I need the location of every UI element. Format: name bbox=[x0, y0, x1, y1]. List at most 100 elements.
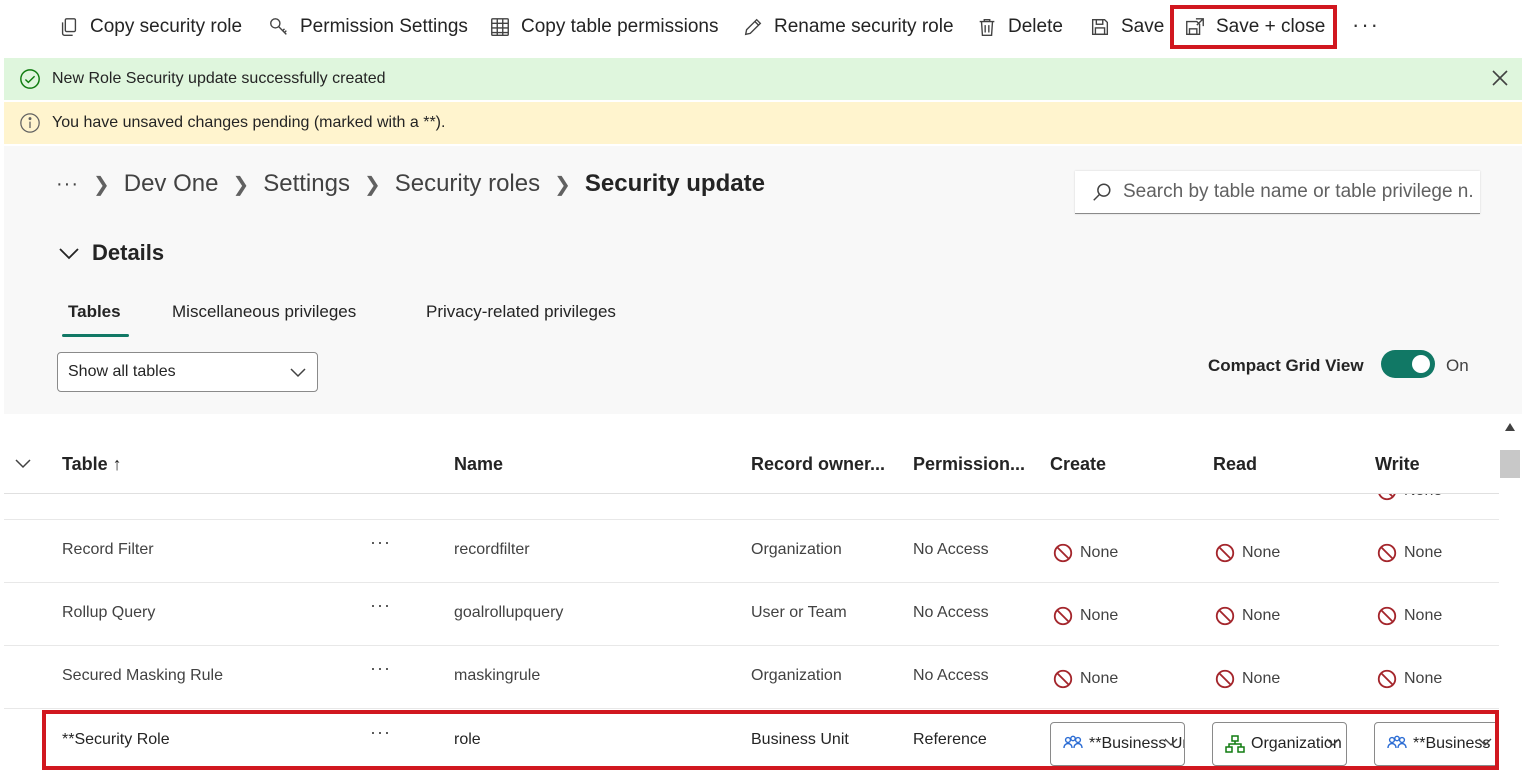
permission-level: None bbox=[1242, 544, 1281, 561]
none-icon bbox=[1053, 543, 1073, 563]
pencil-icon bbox=[744, 18, 762, 36]
command-bar: Copy security role Permission Settings C… bbox=[0, 0, 1522, 54]
none-icon bbox=[1053, 606, 1073, 626]
save-label: Save bbox=[1121, 16, 1165, 37]
delete-button[interactable]: Delete bbox=[976, 5, 1063, 49]
chevron-down-icon bbox=[290, 368, 306, 378]
none-icon bbox=[1053, 669, 1073, 689]
vertical-scrollbar[interactable] bbox=[1499, 414, 1522, 775]
column-header-record-owner[interactable]: Record owner... bbox=[751, 454, 885, 475]
close-icon[interactable] bbox=[1490, 68, 1510, 88]
permission-settings-button[interactable]: Permission Settings bbox=[268, 5, 468, 49]
chevron-right-icon: ❯ bbox=[554, 173, 571, 196]
tab-privacy-related-privileges[interactable]: Privacy-related privileges bbox=[426, 302, 616, 322]
permission-setting: Reference bbox=[913, 731, 987, 748]
table-display-name: Rollup Query bbox=[62, 604, 156, 621]
breadcrumb-dev-one[interactable]: Dev One bbox=[124, 170, 219, 198]
create-permission[interactable]: None bbox=[1052, 542, 1118, 564]
write-permission[interactable]: None bbox=[1376, 668, 1442, 690]
column-header-write[interactable]: Write bbox=[1375, 454, 1420, 475]
chevron-right-icon: ❯ bbox=[92, 173, 110, 196]
column-header-permission[interactable]: Permission... bbox=[913, 454, 1025, 475]
save-button[interactable]: Save bbox=[1089, 5, 1164, 49]
tab-miscellaneous-privileges[interactable]: Miscellaneous privileges bbox=[172, 302, 356, 322]
write-permission-dropdown[interactable]: **Business Unit bbox=[1374, 722, 1499, 766]
record-owner: Organization bbox=[751, 541, 842, 558]
chevron-right-icon: ❯ bbox=[363, 173, 381, 196]
column-header-name[interactable]: Name bbox=[454, 454, 503, 475]
read-permission[interactable]: None bbox=[1214, 542, 1280, 564]
read-permission[interactable]: None bbox=[1214, 668, 1280, 690]
tab-tables[interactable]: Tables bbox=[62, 302, 129, 337]
search-input[interactable] bbox=[1123, 181, 1475, 203]
table-filter-dropdown[interactable]: Show all tables bbox=[57, 352, 318, 392]
breadcrumb-security-roles[interactable]: Security roles bbox=[395, 170, 540, 198]
column-header-table[interactable]: Table ↑ bbox=[62, 454, 122, 475]
main-content: ··· ❯ Dev One ❯ Settings ❯ Security role… bbox=[4, 146, 1522, 414]
create-permission[interactable]: None bbox=[1052, 605, 1118, 627]
table-logical-name: goalrollupquery bbox=[454, 604, 564, 621]
table-row-selected[interactable]: **Security Role ··· role Business Unit R… bbox=[4, 710, 1499, 775]
save-close-label: Save + close bbox=[1216, 16, 1326, 37]
permission-level: None bbox=[1242, 607, 1281, 624]
breadcrumb-more[interactable]: ··· bbox=[56, 173, 79, 196]
permission-level: None bbox=[1404, 544, 1443, 561]
record-owner: Business Unit bbox=[751, 731, 849, 748]
chevron-down-icon bbox=[1326, 738, 1340, 746]
column-header-create[interactable]: Create bbox=[1050, 454, 1106, 475]
save-close-button[interactable]: Save + close bbox=[1170, 5, 1338, 49]
check-circle-icon bbox=[20, 69, 40, 89]
write-permission[interactable]: None bbox=[1376, 605, 1442, 627]
copy-table-permissions-label: Copy table permissions bbox=[521, 16, 719, 37]
none-icon bbox=[1377, 543, 1397, 563]
table-row[interactable]: Rollup Query ··· goalrollupquery User or… bbox=[4, 583, 1499, 646]
copy-security-role-label: Copy security role bbox=[90, 16, 243, 37]
chevron-down-icon[interactable] bbox=[14, 458, 32, 470]
rename-security-role-label: Rename security role bbox=[774, 16, 954, 37]
permission-level: None bbox=[1080, 670, 1119, 687]
scroll-up-arrow-icon[interactable] bbox=[1504, 422, 1516, 432]
details-label: Details bbox=[92, 240, 165, 265]
column-header-read[interactable]: Read bbox=[1213, 454, 1257, 475]
permission-setting: No Access bbox=[913, 541, 989, 558]
success-banner: New Role Security update successfully cr… bbox=[4, 58, 1522, 100]
table-logical-name: maskingrule bbox=[454, 667, 541, 684]
compact-grid-toggle[interactable] bbox=[1381, 350, 1435, 378]
rename-security-role-button[interactable]: Rename security role bbox=[742, 5, 954, 49]
organization-icon bbox=[1225, 735, 1245, 753]
row-more-button[interactable]: ··· bbox=[370, 722, 391, 743]
chevron-right-icon: ❯ bbox=[232, 173, 250, 196]
scrollbar-thumb[interactable] bbox=[1500, 450, 1520, 478]
details-toggle[interactable]: Details bbox=[58, 240, 164, 266]
create-permission-dropdown[interactable]: **Business Unit bbox=[1050, 722, 1185, 766]
table-row[interactable]: Record Filter ··· recordfilter Organizat… bbox=[4, 520, 1499, 583]
permission-level: None bbox=[1404, 670, 1443, 687]
read-permission-dropdown[interactable]: Organization bbox=[1212, 722, 1347, 766]
chevron-down-icon bbox=[59, 248, 79, 260]
none-icon bbox=[1215, 669, 1235, 689]
none-icon bbox=[1377, 669, 1397, 689]
none-icon bbox=[1377, 606, 1397, 626]
permission-level: None bbox=[1080, 607, 1119, 624]
more-commands-button[interactable]: ··· bbox=[1352, 12, 1380, 38]
copy-security-role-button[interactable]: Copy security role bbox=[58, 5, 242, 49]
write-permission[interactable]: None bbox=[1376, 542, 1442, 564]
page-title: Security update bbox=[584, 170, 765, 197]
row-more-button[interactable]: ··· bbox=[370, 595, 391, 616]
record-owner: User or Team bbox=[751, 604, 847, 621]
table-row[interactable]: Secured Masking Rule ··· maskingrule Org… bbox=[4, 646, 1499, 709]
row-more-button[interactable]: ··· bbox=[370, 658, 391, 679]
copy-table-permissions-button[interactable]: Copy table permissions bbox=[489, 5, 718, 49]
row-more-button[interactable]: ··· bbox=[370, 532, 391, 553]
permission-setting: No Access bbox=[913, 604, 989, 621]
table-display-name: Secured Masking Rule bbox=[62, 667, 223, 684]
search-box[interactable] bbox=[1075, 171, 1480, 214]
permission-level: None bbox=[1404, 607, 1443, 624]
breadcrumb: ··· ❯ Dev One ❯ Settings ❯ Security role… bbox=[56, 170, 765, 198]
read-permission[interactable]: None bbox=[1214, 605, 1280, 627]
permission-level: None bbox=[1080, 544, 1119, 561]
warning-banner: You have unsaved changes pending (marked… bbox=[4, 102, 1522, 144]
table-icon bbox=[491, 18, 509, 36]
breadcrumb-settings[interactable]: Settings bbox=[263, 170, 350, 198]
create-permission[interactable]: None bbox=[1052, 668, 1118, 690]
